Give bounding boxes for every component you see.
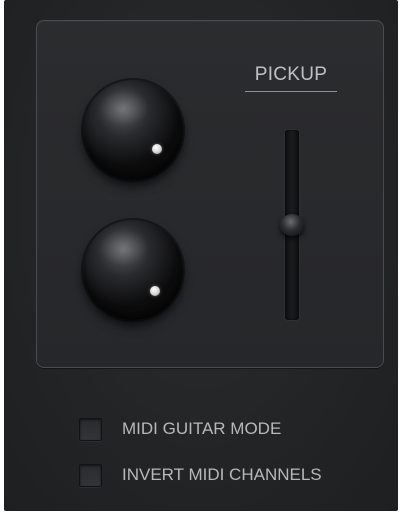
knob-indicator-dot xyxy=(150,286,160,296)
pickup-slider-handle[interactable] xyxy=(280,214,304,236)
invert-midi-channels-checkbox[interactable] xyxy=(79,464,102,487)
upper-knob[interactable] xyxy=(83,80,183,180)
pickup-title-underline xyxy=(245,91,337,92)
pickup-title: PICKUP xyxy=(254,64,328,85)
lower-knob[interactable] xyxy=(83,220,183,320)
invert-midi-channels-label: INVERT MIDI CHANNELS xyxy=(122,465,322,484)
midi-guitar-mode-label: MIDI GUITAR MODE xyxy=(122,419,282,438)
knob-indicator-dot xyxy=(152,144,162,154)
midi-guitar-mode-checkbox[interactable] xyxy=(79,418,102,441)
plugin-frame: PICKUP MIDI GUITAR MODE INVERT MIDI CHAN… xyxy=(4,0,398,511)
